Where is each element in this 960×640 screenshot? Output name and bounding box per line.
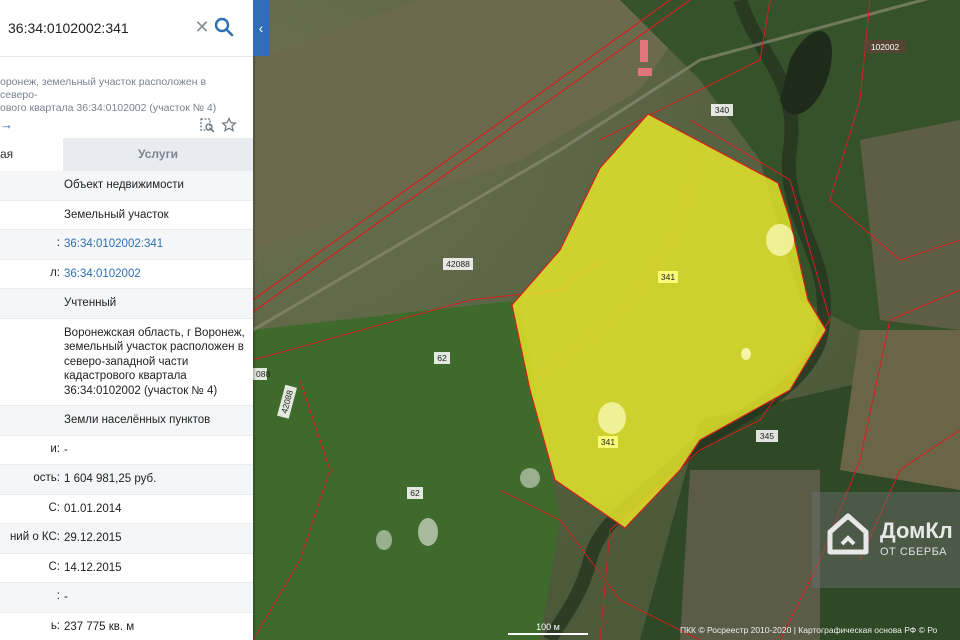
attribute-table: Объект недвижимости Земельный участок:36:… [0,171,253,640]
row-value: - [64,443,68,456]
collapse-panel-button[interactable]: ‹ [253,0,269,56]
map-label-62-lower: 62 [407,487,423,499]
table-row: :- [0,583,253,613]
row-value: 29.12.2015 [64,532,122,544]
search-bar: ✕ [0,0,253,57]
tab-services[interactable]: Услуги [63,138,253,171]
parcel-address-summary: оронеж, земельный участок расположен в с… [0,76,217,114]
row-value-link[interactable]: 36:34:0102002 [64,260,253,289]
row-value-link[interactable]: 36:34:0102002:341 [64,230,253,259]
row-key: ость: [33,472,60,484]
svg-text:62: 62 [410,488,420,498]
scale-bar: 100 м [508,622,588,635]
search-icon [214,17,234,37]
svg-text:42088: 42088 [446,259,470,269]
row-value: 14.12.2015 [64,561,122,574]
table-row: Учтенный [0,289,253,319]
map-copyright: ПКК © Росреестр 2010-2020 | Картографиче… [680,625,938,635]
table-row: л: 36:34:0102002 [0,260,253,289]
map-label-088: 088 [253,368,270,380]
table-row: и: - [0,436,253,465]
row-key [0,406,60,413]
scale-line [508,633,588,635]
row-key [0,289,60,296]
row-value: Земли населённых пунктов [64,414,211,426]
row-key: : [56,590,60,602]
map-label-340: 340 [711,104,733,116]
svg-text:341: 341 [661,272,675,282]
map-label-102002: 102002 [864,40,906,53]
favorite-star-icon[interactable] [221,117,237,133]
svg-text:102002: 102002 [871,42,900,52]
table-row: Объект недвижимости [0,171,253,201]
svg-text:345: 345 [760,431,774,441]
row-value: Земельный участок [64,208,169,221]
table-row: ь: 237 775 кв. м [0,613,253,640]
table-row: ний о КС: 29.12.2015 [0,524,253,554]
svg-text:62: 62 [437,353,447,363]
info-panel: ✕ оронеж, земельный участок расположен в… [0,0,253,640]
table-row: С: 14.12.2015 [0,554,253,583]
tab-information[interactable]: ая [0,138,63,171]
table-row: ость: 1 604 981,25 руб. [0,465,253,495]
svg-text:341: 341 [601,437,615,447]
scale-label: 100 м [536,622,560,632]
row-key: С: [48,501,61,514]
row-value: 01.01.2014 [64,502,122,515]
row-value: 1 604 981,25 руб. [64,473,157,485]
row-key [0,171,60,178]
map-label-341-lower: 341 [598,436,618,448]
row-key: ний о КС: [9,531,60,543]
panel-tabs: ая Услуги [0,138,253,171]
watermark-title: ДомКл [880,518,953,543]
row-key [0,319,60,326]
domklik-watermark: ДомКл ОТ СБЕРБА [812,492,960,588]
watermark-subtitle: ОТ СБЕРБА [880,546,947,558]
row-key [0,201,60,208]
map-label-345: 345 [756,430,778,442]
search-input[interactable] [6,14,190,42]
row-value: Воронежская область, г Воронеж, земельны… [64,326,245,397]
back-arrow-icon[interactable]: → [0,117,13,132]
search-button[interactable] [212,14,236,40]
table-row: Воронежская область, г Воронеж, земельны… [0,319,253,406]
svg-text:340: 340 [715,105,729,115]
row-value: 237 775 кв. м [64,620,135,633]
table-row: :36:34:0102002:341 [0,230,253,260]
row-key: и: [50,442,60,455]
map-label-62: 62 [434,352,450,364]
row-key: л: [50,266,60,279]
map-label-341: 341 [658,271,678,283]
row-value: - [64,591,68,603]
table-row: С: 01.01.2014 [0,495,253,524]
row-key: С: [48,560,61,573]
svg-text:088: 088 [256,369,270,379]
row-value: Учтенный [64,297,117,309]
zoom-to-parcel-icon[interactable] [199,117,215,133]
table-row: Земельный участок [0,201,253,230]
row-key: ь: [50,619,60,632]
row-value: Объект недвижимости [64,179,184,191]
row-key: : [56,237,60,249]
domklik-logo-icon [827,513,869,555]
map-label-42088: 42088 [443,258,473,270]
table-row: Земли населённых пунктов [0,406,253,436]
clear-search-button[interactable]: ✕ [192,16,212,38]
